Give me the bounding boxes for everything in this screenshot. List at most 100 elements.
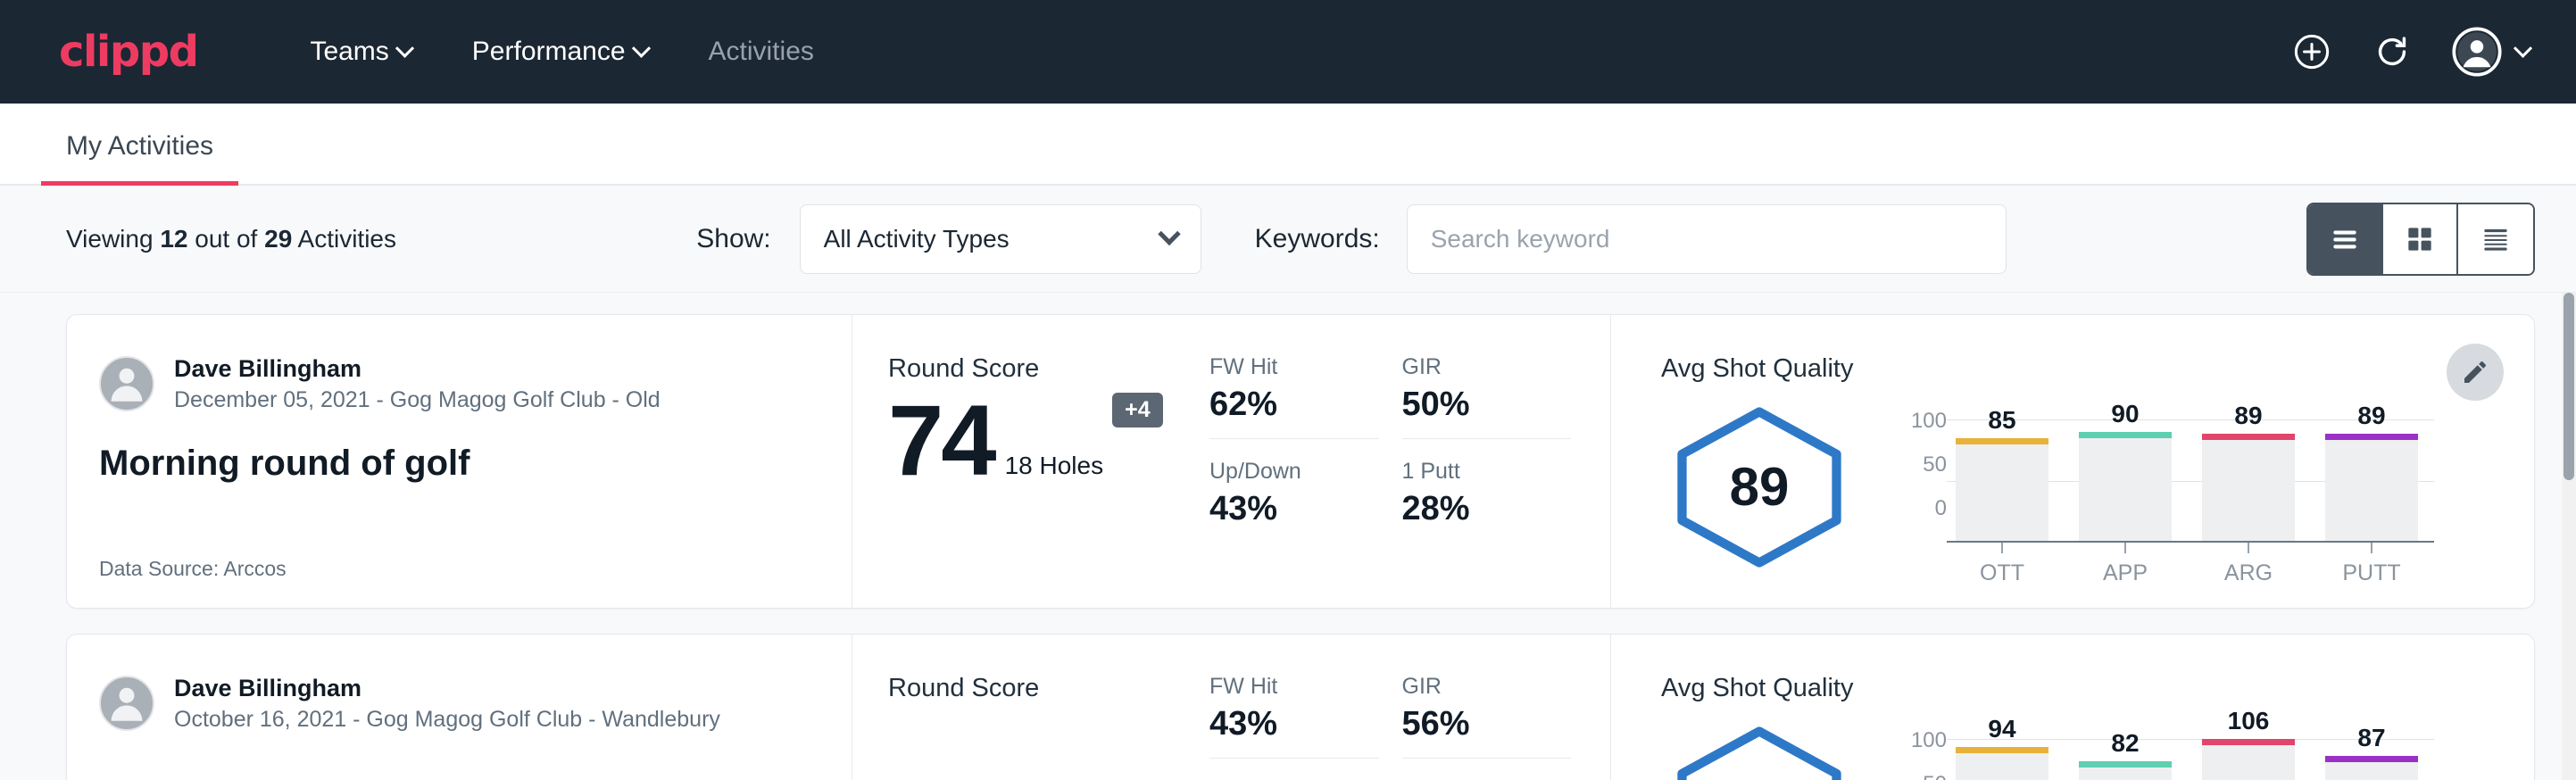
tick-mark bbox=[2124, 543, 2126, 553]
round-score-label: Round Score bbox=[888, 674, 1209, 703]
compact-view-button[interactable] bbox=[2458, 204, 2533, 274]
bar-value: 106 bbox=[2228, 707, 2270, 735]
avatar bbox=[99, 356, 154, 411]
edit-activity-button[interactable] bbox=[2447, 344, 2504, 401]
viewing-total: 29 bbox=[264, 225, 292, 253]
nav-item-performance[interactable]: Performance bbox=[442, 28, 678, 76]
bar bbox=[1956, 438, 2048, 543]
avg-shot-quality-section: Avg Shot Quality 89 100 50 0 bbox=[1611, 315, 2534, 608]
stat-value: 28% bbox=[1402, 490, 1572, 528]
bar-value: 82 bbox=[2111, 729, 2139, 758]
activity-meta: October 16, 2021 - Gog Magog Golf Club -… bbox=[174, 706, 720, 733]
avatar bbox=[99, 676, 154, 731]
shot-quality-value bbox=[1661, 718, 1857, 780]
bar bbox=[2202, 434, 2295, 543]
shot-quality-value: 89 bbox=[1661, 398, 1857, 577]
activity-card[interactable]: Dave Billingham October 16, 2021 - Gog M… bbox=[66, 634, 2535, 780]
refresh-icon[interactable] bbox=[2372, 31, 2413, 72]
chart-plot-area: 85 90 89 89 bbox=[1956, 387, 2418, 586]
round-score-value: 74 bbox=[888, 391, 994, 491]
bar-putt: 89 bbox=[2325, 387, 2418, 543]
stat-label: GIR bbox=[1402, 354, 1572, 380]
bar bbox=[1956, 747, 2048, 780]
chevron-down-icon bbox=[1158, 222, 1180, 245]
activity-title: Morning round of golf bbox=[99, 444, 816, 484]
nav-item-activities[interactable]: Activities bbox=[678, 28, 844, 76]
clippd-logo[interactable]: clippd bbox=[59, 30, 197, 73]
bar-arg: 106 bbox=[2202, 707, 2295, 780]
bar bbox=[2202, 739, 2295, 780]
chevron-down-icon bbox=[631, 38, 650, 57]
x-tick-label: APP bbox=[2103, 560, 2148, 586]
bar bbox=[2325, 434, 2418, 543]
show-label: Show: bbox=[696, 224, 770, 254]
shot-quality-bar-chart: 100 50 0 85 bbox=[1893, 387, 2418, 586]
avg-shot-quality-section: Avg Shot Quality 100 50 0 bbox=[1611, 635, 2534, 780]
tab-my-activities[interactable]: My Activities bbox=[41, 131, 238, 186]
tab-bar: My Activities bbox=[0, 104, 2576, 186]
shot-quality-hexagon: 89 bbox=[1661, 398, 1857, 577]
bar bbox=[2325, 756, 2418, 780]
stat-label: 1 Putt bbox=[1402, 459, 1572, 485]
activity-type-select-value: All Activity Types bbox=[824, 225, 1010, 253]
nav-item-teams[interactable]: Teams bbox=[279, 28, 441, 76]
bar-value: 90 bbox=[2111, 400, 2139, 428]
score-to-par-badge: +4 bbox=[1112, 393, 1163, 427]
bar bbox=[2079, 432, 2172, 543]
page-scrollbar[interactable] bbox=[2562, 293, 2576, 780]
bar-app: 82 bbox=[2079, 707, 2172, 780]
bar bbox=[2079, 761, 2172, 780]
search-input-wrapper[interactable] bbox=[1407, 204, 2007, 274]
stat-value: 43% bbox=[1209, 490, 1379, 528]
x-tick-ott: OTT bbox=[1956, 543, 2048, 586]
activity-meta: December 05, 2021 - Gog Magog Golf Club … bbox=[174, 386, 661, 413]
tick-mark bbox=[2248, 543, 2249, 553]
bar-app: 90 bbox=[2079, 387, 2172, 543]
nav-item-activities-label: Activities bbox=[709, 37, 814, 67]
stat-1-putt: 1 Putt 28% bbox=[1402, 459, 1572, 543]
chart-bars: 85 90 89 89 bbox=[1956, 387, 2418, 543]
viewing-count-text: Viewing 12 out of 29 Activities bbox=[66, 225, 396, 253]
x-tick-label: PUTT bbox=[2342, 560, 2400, 586]
nav-item-teams-label: Teams bbox=[310, 37, 388, 67]
primary-nav: Teams Performance Activities bbox=[279, 28, 843, 76]
player-name: Dave Billingham bbox=[174, 674, 720, 702]
round-stats: FW Hit 43% GIR 56% bbox=[1209, 635, 1611, 780]
activity-type-select[interactable]: All Activity Types bbox=[800, 204, 1201, 274]
stat-value: 62% bbox=[1209, 386, 1379, 424]
add-icon[interactable] bbox=[2291, 31, 2332, 72]
chart-y-axis: 100 50 0 bbox=[1893, 387, 1947, 521]
shot-quality-hexagon bbox=[1661, 718, 1857, 780]
top-navigation-bar: clippd Teams Performance Activities bbox=[0, 0, 2576, 104]
y-tick: 100 bbox=[1893, 409, 1947, 434]
round-score-section: Round Score 74 18 Holes +4 bbox=[852, 315, 1209, 608]
round-stats: FW Hit 62% GIR 50% Up/Down 43% 1 Putt 28… bbox=[1209, 315, 1611, 608]
chart-x-axis: OTT APP ARG bbox=[1956, 543, 2418, 586]
grid-view-button[interactable] bbox=[2383, 204, 2458, 274]
stat-value: 43% bbox=[1209, 705, 1379, 743]
y-tick: 100 bbox=[1893, 728, 1947, 753]
bar-ott: 85 bbox=[1956, 387, 2048, 543]
bar-putt: 87 bbox=[2325, 707, 2418, 780]
activity-data-source: Data Source: Arccos bbox=[99, 557, 816, 581]
avg-shot-quality-label: Avg Shot Quality bbox=[1661, 674, 2534, 703]
activity-info: Dave Billingham October 16, 2021 - Gog M… bbox=[67, 635, 852, 780]
search-input[interactable] bbox=[1431, 225, 1982, 253]
bar-value: 87 bbox=[2357, 724, 2385, 752]
shot-quality-bar-chart: 100 50 0 94 bbox=[1893, 707, 2418, 780]
account-avatar[interactable] bbox=[2452, 27, 2530, 77]
viewing-prefix: Viewing bbox=[66, 225, 154, 253]
stat-label: Up/Down bbox=[1209, 459, 1379, 485]
stat-label: FW Hit bbox=[1209, 674, 1379, 700]
x-tick-arg: ARG bbox=[2202, 543, 2295, 586]
view-mode-toggle-group bbox=[2306, 203, 2535, 276]
round-score-section: Round Score bbox=[852, 635, 1209, 780]
viewing-count: 12 bbox=[160, 225, 187, 253]
filter-controls: Show: All Activity Types Keywords: bbox=[696, 204, 2006, 274]
round-holes: 18 Holes bbox=[1005, 452, 1104, 480]
y-tick: 0 bbox=[1893, 496, 1947, 521]
bar-value: 89 bbox=[2234, 402, 2262, 430]
activity-card[interactable]: Dave Billingham December 05, 2021 - Gog … bbox=[66, 314, 2535, 609]
list-view-button[interactable] bbox=[2308, 204, 2383, 274]
scrollbar-thumb[interactable] bbox=[2564, 293, 2574, 480]
